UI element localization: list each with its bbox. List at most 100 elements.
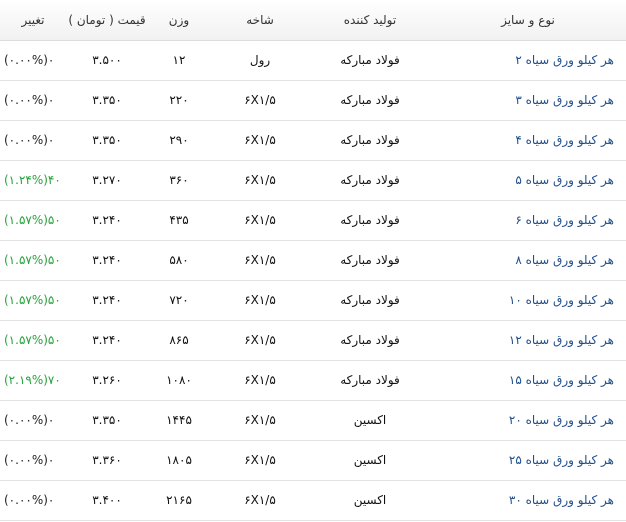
producer-cell: فولاد مبارکه bbox=[310, 320, 430, 361]
change-cell: (۰.۰۰%)۰ bbox=[0, 80, 66, 121]
table-row: هر کیلو ورق سیاه ۴ فولاد مبارکه ۶X۱/۵ ۲۹… bbox=[0, 120, 626, 161]
change-cell: (۲.۱۹%)۷۰ bbox=[0, 360, 66, 401]
weight-cell: ۲۲۰ bbox=[148, 80, 210, 121]
branch-cell: ۶X۱/۵ bbox=[210, 440, 310, 481]
change-cell: (۱.۵۷%)۵۰ bbox=[0, 280, 66, 321]
product-cell: هر کیلو ورق سیاه ۵ bbox=[430, 160, 626, 201]
branch-cell: ۶X۱/۵ bbox=[210, 480, 310, 521]
weight-cell: ۱۲ bbox=[148, 40, 210, 81]
price-cell: ۳.۳۵۰ bbox=[66, 120, 148, 161]
weight-cell: ۱۴۴۵ bbox=[148, 400, 210, 441]
price-cell: ۳.۲۴۰ bbox=[66, 320, 148, 361]
product-cell: هر کیلو ورق سیاه ۱۵ bbox=[430, 360, 626, 401]
change-cell: (۱.۵۷%)۵۰ bbox=[0, 200, 66, 241]
change-cell: (۱.۵۷%)۵۰ bbox=[0, 240, 66, 281]
header-branch: شاخه bbox=[210, 0, 310, 41]
producer-cell: اکسین bbox=[310, 440, 430, 481]
table-row: هر کیلو ورق سیاه ۱۰ فولاد مبارکه ۶X۱/۵ ۷… bbox=[0, 280, 626, 321]
table-body: هر کیلو ورق سیاه ۲ فولاد مبارکه رول ۱۲ ۳… bbox=[0, 40, 626, 521]
price-cell: ۳.۲۶۰ bbox=[66, 360, 148, 401]
table-row: هر کیلو ورق سیاه ۲ فولاد مبارکه رول ۱۲ ۳… bbox=[0, 40, 626, 81]
weight-cell: ۲۹۰ bbox=[148, 120, 210, 161]
product-link[interactable]: هر کیلو ورق سیاه ۲۵ bbox=[509, 453, 614, 467]
table-row: هر کیلو ورق سیاه ۲۵ اکسین ۶X۱/۵ ۱۸۰۵ ۳.۳… bbox=[0, 440, 626, 481]
branch-cell: ۶X۱/۵ bbox=[210, 400, 310, 441]
product-cell: هر کیلو ورق سیاه ۸ bbox=[430, 240, 626, 281]
table-row: هر کیلو ورق سیاه ۸ فولاد مبارکه ۶X۱/۵ ۵۸… bbox=[0, 240, 626, 281]
price-cell: ۳.۲۴۰ bbox=[66, 240, 148, 281]
product-link[interactable]: هر کیلو ورق سیاه ۸ bbox=[515, 253, 614, 267]
price-cell: ۳.۲۴۰ bbox=[66, 200, 148, 241]
price-cell: ۳.۴۰۰ bbox=[66, 480, 148, 521]
product-link[interactable]: هر کیلو ورق سیاه ۲۰ bbox=[509, 413, 614, 427]
product-cell: هر کیلو ورق سیاه ۱۰ bbox=[430, 280, 626, 321]
branch-cell: ۶X۱/۵ bbox=[210, 160, 310, 201]
price-cell: ۳.۳۶۰ bbox=[66, 440, 148, 481]
product-cell: هر کیلو ورق سیاه ۲۰ bbox=[430, 400, 626, 441]
table-row: هر کیلو ورق سیاه ۵ فولاد مبارکه ۶X۱/۵ ۳۶… bbox=[0, 160, 626, 201]
producer-cell: اکسین bbox=[310, 480, 430, 521]
header-price: قیمت ( تومان ) bbox=[66, 0, 148, 41]
change-cell: (۰.۰۰%)۰ bbox=[0, 40, 66, 81]
header-product: نوع و سایز bbox=[430, 0, 626, 41]
producer-cell: فولاد مبارکه bbox=[310, 200, 430, 241]
price-cell: ۳.۳۵۰ bbox=[66, 80, 148, 121]
table-row: هر کیلو ورق سیاه ۱۲ فولاد مبارکه ۶X۱/۵ ۸… bbox=[0, 320, 626, 361]
product-link[interactable]: هر کیلو ورق سیاه ۵ bbox=[515, 173, 614, 187]
branch-cell: ۶X۱/۵ bbox=[210, 280, 310, 321]
weight-cell: ۳۶۰ bbox=[148, 160, 210, 201]
header-producer: تولید کننده bbox=[310, 0, 430, 41]
branch-cell: ۶X۱/۵ bbox=[210, 80, 310, 121]
price-cell: ۳.۲۴۰ bbox=[66, 280, 148, 321]
change-cell: (۰.۰۰%)۰ bbox=[0, 440, 66, 481]
producer-cell: فولاد مبارکه bbox=[310, 40, 430, 81]
product-link[interactable]: هر کیلو ورق سیاه ۳۰ bbox=[509, 493, 614, 507]
weight-cell: ۱۰۸۰ bbox=[148, 360, 210, 401]
product-link[interactable]: هر کیلو ورق سیاه ۳ bbox=[515, 93, 614, 107]
table-row: هر کیلو ورق سیاه ۱۵ فولاد مبارکه ۶X۱/۵ ۱… bbox=[0, 360, 626, 401]
weight-cell: ۲۱۶۵ bbox=[148, 480, 210, 521]
weight-cell: ۸۶۵ bbox=[148, 320, 210, 361]
weight-cell: ۷۲۰ bbox=[148, 280, 210, 321]
price-table: نوع و سایز تولید کننده شاخه وزن قیمت ( ت… bbox=[0, 0, 626, 521]
branch-cell: ۶X۱/۵ bbox=[210, 120, 310, 161]
weight-cell: ۵۸۰ bbox=[148, 240, 210, 281]
product-link[interactable]: هر کیلو ورق سیاه ۶ bbox=[515, 213, 614, 227]
producer-cell: اکسین bbox=[310, 400, 430, 441]
header-row: نوع و سایز تولید کننده شاخه وزن قیمت ( ت… bbox=[0, 0, 626, 41]
product-cell: هر کیلو ورق سیاه ۶ bbox=[430, 200, 626, 241]
product-link[interactable]: هر کیلو ورق سیاه ۱۰ bbox=[509, 293, 614, 307]
product-link[interactable]: هر کیلو ورق سیاه ۲ bbox=[515, 53, 614, 67]
product-link[interactable]: هر کیلو ورق سیاه ۴ bbox=[515, 133, 614, 147]
weight-cell: ۴۳۵ bbox=[148, 200, 210, 241]
product-cell: هر کیلو ورق سیاه ۲ bbox=[430, 40, 626, 81]
change-cell: (۱.۲۴%)۴۰ bbox=[0, 160, 66, 201]
price-cell: ۳.۲۷۰ bbox=[66, 160, 148, 201]
producer-cell: فولاد مبارکه bbox=[310, 160, 430, 201]
product-cell: هر کیلو ورق سیاه ۱۲ bbox=[430, 320, 626, 361]
producer-cell: فولاد مبارکه bbox=[310, 120, 430, 161]
change-cell: (۰.۰۰%)۰ bbox=[0, 400, 66, 441]
table-row: هر کیلو ورق سیاه ۳۰ اکسین ۶X۱/۵ ۲۱۶۵ ۳.۴… bbox=[0, 480, 626, 521]
product-cell: هر کیلو ورق سیاه ۴ bbox=[430, 120, 626, 161]
product-link[interactable]: هر کیلو ورق سیاه ۱۵ bbox=[509, 373, 614, 387]
product-cell: هر کیلو ورق سیاه ۳ bbox=[430, 80, 626, 121]
header-change: تغییر bbox=[0, 0, 66, 41]
producer-cell: فولاد مبارکه bbox=[310, 280, 430, 321]
branch-cell: ۶X۱/۵ bbox=[210, 360, 310, 401]
price-cell: ۳.۳۵۰ bbox=[66, 400, 148, 441]
branch-cell: رول bbox=[210, 40, 310, 81]
producer-cell: فولاد مبارکه bbox=[310, 360, 430, 401]
producer-cell: فولاد مبارکه bbox=[310, 240, 430, 281]
product-link[interactable]: هر کیلو ورق سیاه ۱۲ bbox=[509, 333, 614, 347]
product-cell: هر کیلو ورق سیاه ۲۵ bbox=[430, 440, 626, 481]
header-weight: وزن bbox=[148, 0, 210, 41]
product-cell: هر کیلو ورق سیاه ۳۰ bbox=[430, 480, 626, 521]
price-cell: ۳.۵۰۰ bbox=[66, 40, 148, 81]
table-row: هر کیلو ورق سیاه ۲۰ اکسین ۶X۱/۵ ۱۴۴۵ ۳.۳… bbox=[0, 400, 626, 441]
table-header: نوع و سایز تولید کننده شاخه وزن قیمت ( ت… bbox=[0, 0, 626, 41]
change-cell: (۰.۰۰%)۰ bbox=[0, 120, 66, 161]
branch-cell: ۶X۱/۵ bbox=[210, 200, 310, 241]
weight-cell: ۱۸۰۵ bbox=[148, 440, 210, 481]
branch-cell: ۶X۱/۵ bbox=[210, 240, 310, 281]
